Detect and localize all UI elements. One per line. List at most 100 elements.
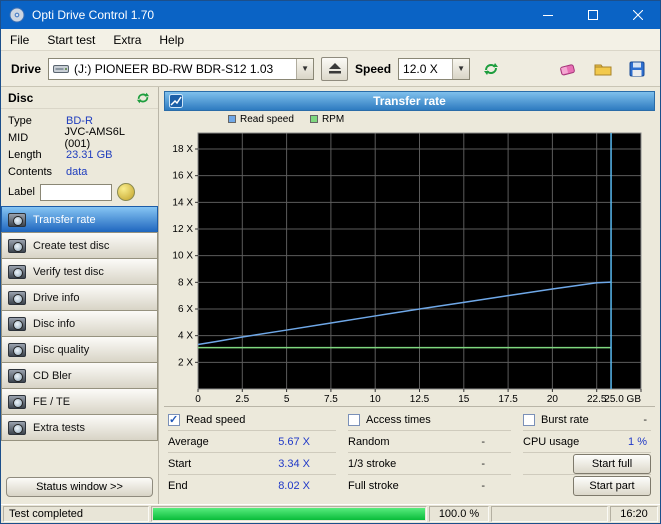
speed-label: Speed — [355, 62, 391, 76]
sidebar-item-label: FE / TE — [33, 396, 70, 408]
read-speed-column: Read speed Average 5.67 X Start 3.34 X E… — [168, 409, 336, 497]
average-row: Average 5.67 X — [168, 431, 336, 453]
page-title: Transfer rate — [165, 94, 654, 108]
sidebar-item-label: Verify test disc — [33, 266, 104, 278]
speed-select[interactable]: 12.0 X ▼ — [398, 58, 470, 80]
status-window-button[interactable]: Status window >> — [6, 477, 153, 497]
average-value: 5.67 X — [278, 436, 310, 448]
label-caption: Label — [8, 186, 35, 198]
sidebar-item-disc-quality[interactable]: Disc quality — [1, 336, 158, 363]
svg-text:12.5: 12.5 — [410, 394, 430, 405]
save-results-button[interactable] — [623, 57, 650, 81]
drive-select[interactable]: (J:) PIONEER BD-RW BDR-S12 1.03 ▼ — [48, 58, 314, 80]
progress-bar — [151, 506, 427, 522]
sidebar-item-label: Drive info — [33, 292, 79, 304]
sidebar-item-label: Create test disc — [33, 240, 109, 252]
results-table: Read speed Average 5.67 X Start 3.34 X E… — [164, 406, 655, 497]
svg-text:17.5: 17.5 — [498, 394, 518, 405]
sidebar-item-verify-test-disc[interactable]: Verify test disc — [1, 258, 158, 285]
svg-text:0: 0 — [195, 394, 201, 405]
read-speed-checkbox-row: Read speed — [168, 409, 336, 431]
disc-label-row: Label — [1, 180, 158, 206]
app-icon — [9, 7, 25, 23]
menu-file[interactable]: File — [1, 29, 38, 50]
read-speed-checkbox[interactable] — [168, 414, 180, 426]
disc-icon — [8, 343, 26, 357]
cpu-usage-row: CPU usage 1 % — [523, 431, 651, 453]
start-part-button[interactable]: Start part — [573, 476, 651, 496]
start-full-button[interactable]: Start full — [573, 454, 651, 474]
content-area: Disc Type BD-R MID JVC-AMS6L (001) Lengt… — [1, 87, 660, 504]
transfer-rate-chart: 2 X4 X6 X8 X10 X12 X14 X16 X18 X02.557.5… — [164, 127, 655, 405]
disc-icon — [8, 369, 26, 383]
svg-text:2.5: 2.5 — [235, 394, 249, 405]
progress-bar-fill — [153, 508, 425, 520]
start-row: Start 3.34 X — [168, 453, 336, 475]
menu-start-test[interactable]: Start test — [38, 29, 104, 50]
stat-label: Average — [168, 436, 209, 448]
status-window-label: Status window >> — [36, 481, 123, 493]
maximize-button[interactable] — [570, 1, 615, 29]
sidebar-item-label: Disc quality — [33, 344, 89, 356]
full-stroke-value: - — [481, 480, 485, 492]
disc-label-input[interactable] — [40, 184, 112, 201]
disc-icon — [8, 421, 26, 435]
sidebar-item-cd-bler[interactable]: CD Bler — [1, 362, 158, 389]
stat-label: End — [168, 480, 188, 492]
svg-text:18 X: 18 X — [172, 144, 193, 155]
statusbar: Test completed 100.0 % 16:20 — [1, 504, 660, 523]
sidebar-item-disc-info[interactable]: Disc info — [1, 310, 158, 337]
status-text: Test completed — [3, 506, 149, 522]
stat-label: Start — [168, 458, 191, 470]
statusbar-spacer — [491, 506, 608, 522]
rpm-swatch — [310, 115, 318, 123]
open-file-button[interactable] — [589, 57, 616, 81]
field-label: MID — [8, 132, 64, 144]
menu-help[interactable]: Help — [150, 29, 193, 50]
disc-field-contents: Contents data — [8, 163, 151, 180]
stat-label: Full stroke — [348, 480, 399, 492]
svg-text:10 X: 10 X — [172, 251, 193, 262]
start-full-row: Start full — [523, 453, 651, 475]
stat-label: 1/3 stroke — [348, 458, 396, 470]
chevron-down-icon[interactable]: ▼ — [452, 59, 469, 79]
disc-icon — [8, 213, 26, 227]
field-label: Contents — [8, 166, 66, 178]
access-times-checkbox-row: Access times — [348, 409, 511, 431]
access-times-checkbox-label: Access times — [366, 414, 431, 426]
sidebar-item-drive-info[interactable]: Drive info — [1, 284, 158, 311]
one-third-stroke-row: 1/3 stroke - — [348, 453, 511, 475]
burst-rate-checkbox-label: Burst rate — [541, 414, 589, 426]
speed-select-value: 12.0 X — [403, 62, 438, 76]
minimize-button[interactable] — [525, 1, 570, 29]
sidebar-item-create-test-disc[interactable]: Create test disc — [1, 232, 158, 259]
refresh-disc-icon[interactable] — [135, 91, 151, 105]
eject-button[interactable] — [321, 57, 348, 81]
window-title: Opti Drive Control 1.70 — [32, 8, 154, 22]
disc-icon — [8, 291, 26, 305]
titlebar: Opti Drive Control 1.70 — [1, 1, 660, 29]
access-times-checkbox[interactable] — [348, 414, 360, 426]
sidebar-item-transfer-rate[interactable]: Transfer rate — [1, 206, 158, 233]
disc-label-icon[interactable] — [117, 183, 135, 201]
toolbar: Drive (J:) PIONEER BD-RW BDR-S12 1.03 ▼ … — [1, 51, 660, 87]
progress-percent: 100.0 % — [429, 506, 489, 522]
svg-text:16 X: 16 X — [172, 171, 193, 182]
erase-disc-button[interactable] — [555, 57, 582, 81]
chevron-down-icon[interactable]: ▼ — [296, 59, 313, 79]
sidebar-item-extra-tests[interactable]: Extra tests — [1, 414, 158, 441]
disc-icon — [8, 239, 26, 253]
close-button[interactable] — [615, 1, 660, 29]
refresh-speeds-button[interactable] — [477, 57, 504, 81]
sidebar-item-fe-te[interactable]: FE / TE — [1, 388, 158, 415]
read-speed-checkbox-label: Read speed — [186, 414, 245, 426]
menu-extra[interactable]: Extra — [104, 29, 150, 50]
disc-icon — [8, 265, 26, 279]
disc-fields: Type BD-R MID JVC-AMS6L (001) Length 23.… — [1, 109, 158, 180]
svg-text:12 X: 12 X — [172, 224, 193, 235]
end-row: End 8.02 X — [168, 475, 336, 497]
elapsed-time: 16:20 — [610, 506, 658, 522]
field-value[interactable]: data — [66, 166, 87, 178]
chart-legend: Read speed RPM — [164, 111, 655, 127]
burst-rate-checkbox[interactable] — [523, 414, 535, 426]
